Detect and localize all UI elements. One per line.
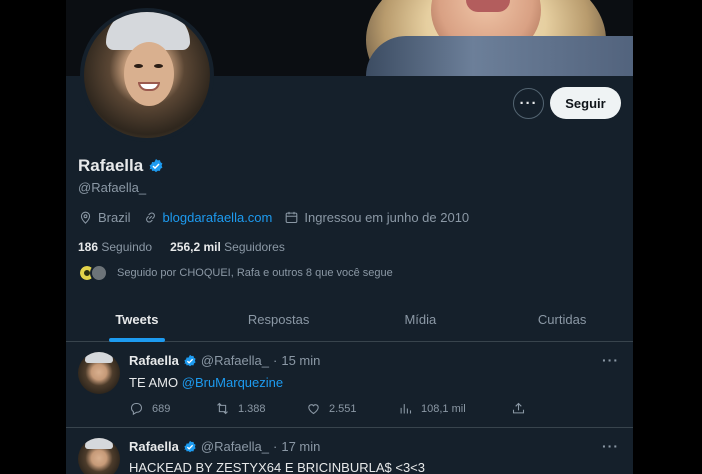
mention-link[interactable]: @BruMarquezine (182, 375, 283, 390)
retweet-icon (217, 402, 228, 415)
followers-count-link[interactable]: 256,2 mil Seguidores (170, 240, 285, 254)
tweet-text: TE AMO @BruMarquezine (129, 375, 284, 390)
tweet[interactable]: Rafaella @Rafaella_ · 17 min ··· HACKEAD… (66, 428, 633, 474)
join-date: Ingressou em junho de 2010 (284, 210, 469, 225)
website[interactable]: blogdarafaella.com (143, 210, 273, 225)
tweet-time[interactable]: 15 min (281, 353, 320, 368)
tweet[interactable]: Rafaella @Rafaella_ · 15 min ··· TE AMO … (66, 342, 633, 428)
separator: · (273, 353, 278, 368)
tweet-header: Rafaella @Rafaella_ · 15 min (129, 353, 320, 368)
tweet-more-icon[interactable]: ··· (602, 438, 619, 454)
follow-counts: 186 Seguindo 256,2 mil Seguidores (78, 240, 285, 254)
reply-button[interactable]: 689 (129, 401, 215, 416)
link-icon (145, 212, 155, 223)
separator: · (273, 439, 278, 454)
followed-by-text: Seguido por CHOQUEI, Rafa e outros 8 que… (117, 267, 393, 279)
location-pin-icon (80, 211, 91, 224)
tab-respostas[interactable]: Respostas (208, 298, 350, 341)
profile-handle: @Rafaella_ (78, 180, 147, 195)
tweet-handle[interactable]: @Rafaella_ (201, 439, 269, 454)
profile-meta: Brazil blogdarafaella.com Ingressou em j… (78, 210, 481, 225)
profile-name-row: Rafaella (78, 156, 164, 176)
like-button[interactable]: 2.551 (306, 401, 398, 416)
profile-name: Rafaella (78, 156, 144, 175)
tweet-header: Rafaella @Rafaella_ · 17 min (129, 439, 320, 454)
tweet-avatar[interactable] (78, 352, 120, 394)
retweet-button[interactable]: 1.388 (215, 401, 306, 416)
share-icon (512, 402, 525, 414)
tweet-author-name[interactable]: Rafaella (129, 353, 179, 368)
website-link[interactable]: blogdarafaella.com (163, 210, 273, 225)
tweet-author-name[interactable]: Rafaella (129, 439, 179, 454)
following-count-link[interactable]: 186 Seguindo (78, 240, 152, 254)
share-button[interactable] (511, 401, 526, 416)
follower-avatars (78, 264, 110, 282)
views-button[interactable]: 108,1 mil (398, 401, 511, 416)
verified-badge-icon (184, 354, 196, 366)
tab-tweets[interactable]: Tweets (66, 298, 208, 341)
heart-icon (308, 404, 319, 415)
tweet-time[interactable]: 17 min (281, 439, 320, 454)
tweet-handle[interactable]: @Rafaella_ (201, 353, 269, 368)
tweet-avatar[interactable] (78, 438, 120, 474)
profile-page: ··· Seguir Rafaella @Rafaella_ Brazil bl… (66, 0, 633, 474)
tab-curtidas[interactable]: Curtidas (491, 298, 633, 341)
followed-by[interactable]: Seguido por CHOQUEI, Rafa e outros 8 que… (78, 264, 393, 282)
analytics-icon (400, 404, 412, 414)
tab-midia[interactable]: Mídia (350, 298, 492, 341)
verified-badge-icon (149, 159, 163, 173)
more-options-button[interactable]: ··· (513, 88, 544, 119)
avatar (90, 264, 108, 282)
reply-icon (130, 402, 143, 416)
verified-badge-icon (184, 440, 196, 452)
tweet-text: HACKEAD BY ZESTYX64 E BRICINBURLA$ <3<3 (129, 460, 425, 474)
tweet-actions: 689 1.388 2.551 108,1 mil (129, 401, 526, 416)
profile-avatar[interactable] (80, 8, 214, 142)
location: Brazil (78, 210, 131, 225)
profile-tabs: Tweets Respostas Mídia Curtidas (66, 298, 633, 342)
tweet-more-icon[interactable]: ··· (602, 352, 619, 368)
calendar-icon (286, 211, 298, 224)
follow-button[interactable]: Seguir (550, 87, 621, 119)
